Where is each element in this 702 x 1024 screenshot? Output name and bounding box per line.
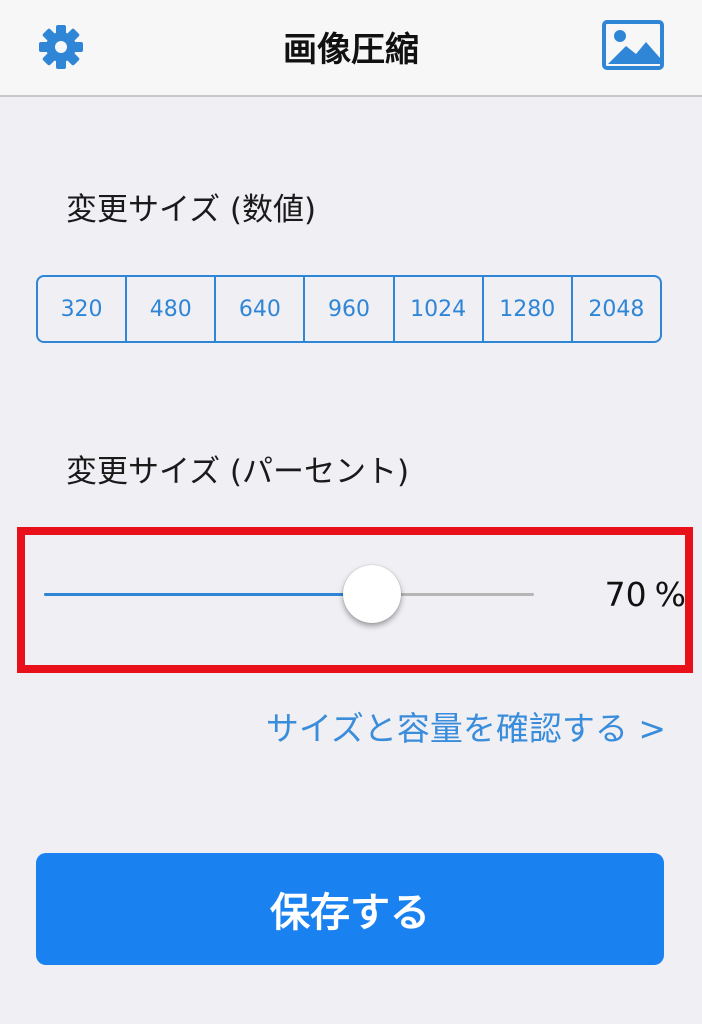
- percent-unit: %: [654, 575, 686, 614]
- slider-thumb[interactable]: [343, 565, 401, 623]
- percent-size-label: 変更サイズ (パーセント): [66, 454, 410, 490]
- check-size-link[interactable]: サイズと容量を確認する >: [266, 706, 666, 752]
- size-option-1280[interactable]: 1280: [484, 277, 573, 341]
- navigation-bar: 画像圧縮: [0, 0, 702, 97]
- page-title: 画像圧縮: [283, 30, 419, 70]
- percent-slider[interactable]: [44, 565, 534, 625]
- size-option-640[interactable]: 640: [216, 277, 306, 341]
- size-option-320[interactable]: 320: [38, 277, 128, 341]
- size-segmented-control: 320 480 640 960 1024 1280 2048: [36, 275, 662, 343]
- percent-readout: 70%: [560, 573, 686, 617]
- size-option-960[interactable]: 960: [305, 277, 395, 341]
- numeric-size-label: 変更サイズ (数値): [66, 192, 317, 228]
- save-button[interactable]: 保存する: [36, 853, 664, 965]
- size-option-2048[interactable]: 2048: [573, 277, 660, 341]
- slider-fill: [44, 593, 372, 596]
- size-option-480[interactable]: 480: [127, 277, 217, 341]
- photo-icon[interactable]: [602, 20, 664, 70]
- percent-value: 70: [604, 575, 647, 614]
- size-option-1024[interactable]: 1024: [395, 277, 484, 341]
